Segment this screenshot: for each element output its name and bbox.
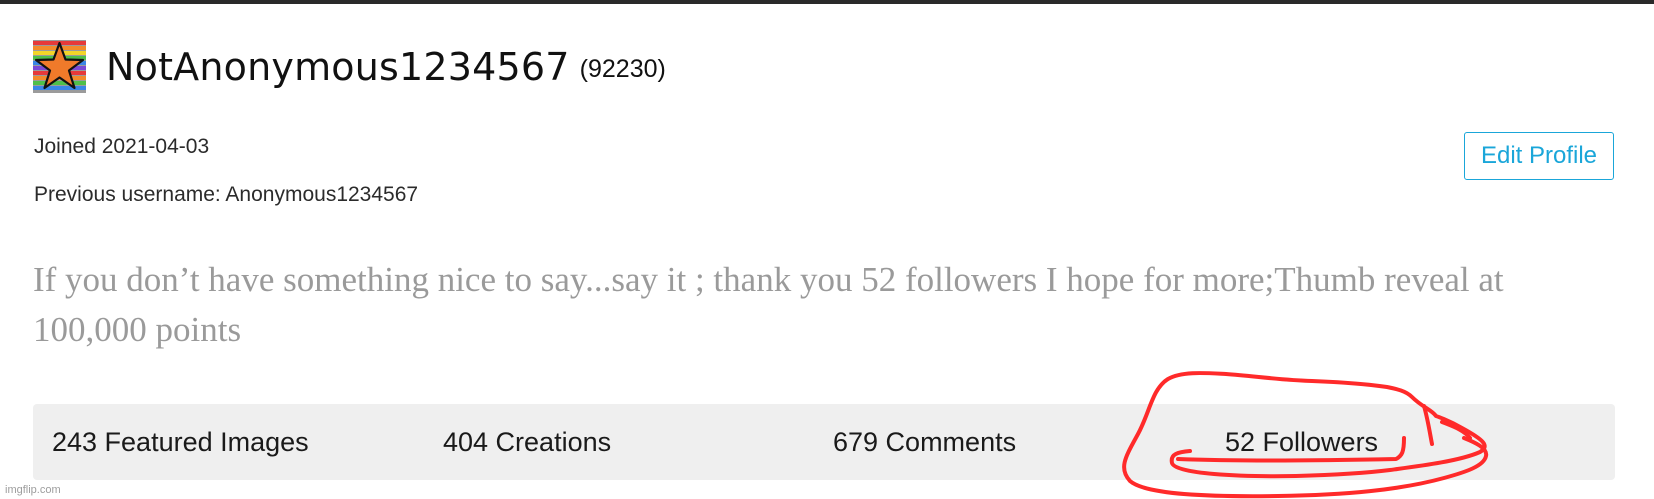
previous-username: Previous username: Anonymous1234567 [34, 183, 419, 206]
imgflip-watermark: imgflip.com [5, 484, 61, 496]
user-points: (92230) [579, 55, 666, 83]
stat-featured-images[interactable]: 243 Featured Images [52, 427, 309, 458]
profile-header: NotAnonymous1234567 (92230) [33, 40, 666, 93]
stat-comments[interactable]: 679 Comments [833, 427, 1016, 458]
joined-date: Joined 2021-04-03 [34, 135, 210, 158]
top-border [0, 0, 1654, 4]
profile-bio: If you don’t have something nice to say.… [33, 260, 1504, 349]
stats-bar: 243 Featured Images 404 Creations 679 Co… [33, 404, 1615, 480]
rainbow-star-icon[interactable] [33, 40, 86, 93]
edit-profile-button[interactable]: Edit Profile [1464, 132, 1614, 180]
username: NotAnonymous1234567 [106, 44, 570, 89]
stat-followers[interactable]: 52 Followers [1225, 427, 1378, 458]
stat-creations[interactable]: 404 Creations [443, 427, 611, 458]
